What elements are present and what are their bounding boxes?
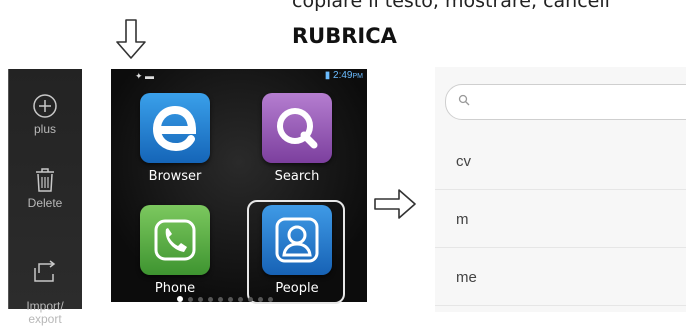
section-title: RUBRICA	[292, 24, 397, 48]
browser-label: Browser	[148, 169, 202, 184]
search-label: Search	[274, 169, 320, 184]
delete-menu-item[interactable]: Delete	[8, 167, 82, 210]
plus-circle-icon	[33, 94, 57, 118]
contact-search-input[interactable]	[478, 91, 682, 113]
down-arrow-icon	[116, 19, 146, 59]
page-dot	[208, 297, 213, 302]
status-time: ▮ 2:49PM	[324, 70, 363, 81]
contact-row[interactable]: m	[435, 189, 686, 248]
import-export-icon	[34, 260, 56, 282]
page-dot	[268, 297, 273, 302]
plus-label: plus	[33, 122, 56, 136]
browser-e-icon	[140, 93, 210, 163]
page-indicator	[177, 289, 307, 302]
status-bar: ✦ ▬ ▮ 2:49PM	[111, 69, 367, 83]
search-app[interactable]: Search	[251, 93, 343, 184]
instruction-text: copiare il testo, mostrare, cancell	[292, 0, 610, 12]
contacts-list-panel: cv m me	[435, 67, 686, 312]
page-dot	[238, 297, 243, 302]
trash-icon	[36, 168, 54, 192]
page-dot	[228, 297, 233, 302]
search-q-icon	[262, 93, 332, 163]
notification-icons: ✦ ▬	[135, 71, 155, 81]
browser-app[interactable]: Browser	[129, 93, 221, 184]
battery-icon: ▮	[324, 70, 331, 81]
contact-name: cv	[456, 153, 471, 170]
page-dot	[258, 297, 263, 302]
import-export-menu-item[interactable]: Import/ export	[8, 247, 82, 326]
phone-app[interactable]: Phone	[129, 205, 221, 296]
delete-label: Delete	[27, 196, 63, 210]
contact-search-box[interactable]	[445, 84, 686, 120]
right-arrow-icon	[374, 189, 416, 219]
page-dot	[248, 297, 253, 302]
phone-handset-icon	[140, 205, 210, 275]
search-icon	[458, 94, 470, 106]
page-dot-active	[177, 296, 183, 302]
contact-name: m	[456, 211, 469, 228]
page-dot	[198, 297, 203, 302]
contact-row[interactable]: me	[435, 247, 686, 306]
plus-menu-item[interactable]: plus	[8, 93, 82, 136]
contact-row[interactable]: cv	[435, 131, 686, 190]
phone-home-screen: ✦ ▬ ▮ 2:49PM Browser Search Phone People	[111, 69, 367, 304]
page-dot	[188, 297, 193, 302]
contact-name: me	[456, 269, 477, 286]
contacts-menu-sidebar: plus Delete Import/ export	[8, 69, 82, 326]
page-dot	[218, 297, 223, 302]
